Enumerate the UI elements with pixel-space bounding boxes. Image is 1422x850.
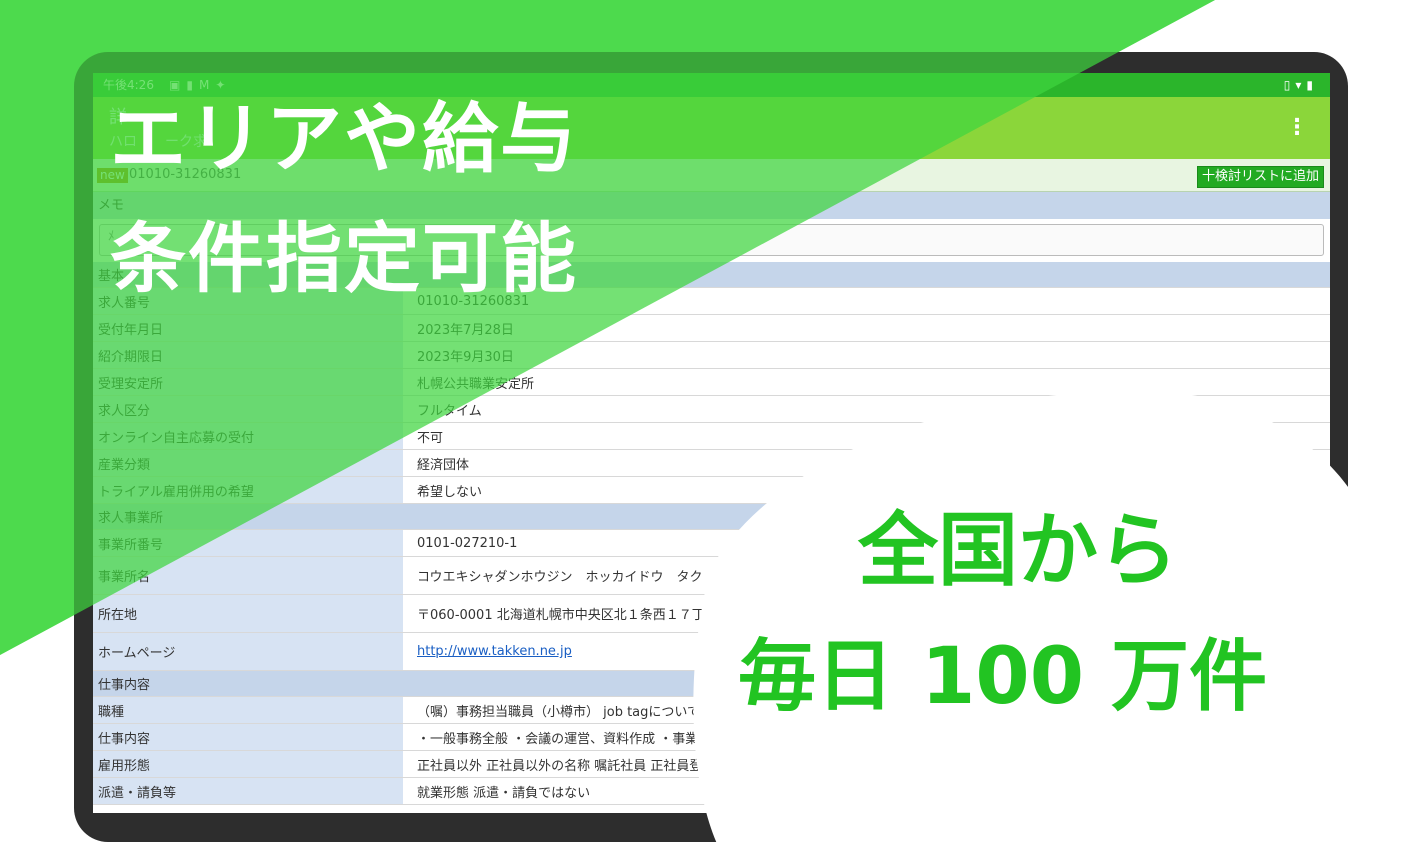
row-label: 派遣・請負等 xyxy=(93,777,403,805)
promo-bubble-line2: 毎日 100 万件 xyxy=(738,632,1268,722)
promo-headline-line1: エリアや給与 xyxy=(110,94,578,183)
battery-icon: ▮ xyxy=(1306,78,1318,92)
image-icon: ▣ xyxy=(169,78,187,92)
row-label: オンライン自主応募の受付 xyxy=(93,422,403,450)
status-right-icons: ▯▾▮ xyxy=(1284,73,1318,97)
more-vert-icon[interactable]: ⋮ xyxy=(1286,111,1308,145)
add-to-list-button[interactable]: 十検討リストに追加 xyxy=(1196,166,1324,188)
row-label: 雇用形態 xyxy=(93,750,403,778)
row-label: 紹介期限日 xyxy=(93,341,403,369)
row-label: 職種 xyxy=(93,696,403,724)
wifi-icon: ▾ xyxy=(1295,78,1307,92)
bird-icon: ✦ xyxy=(215,78,232,92)
row-label: ホームページ xyxy=(93,632,403,671)
row-label: 受理安定所 xyxy=(93,368,403,396)
row-label: 求人区分 xyxy=(93,395,403,423)
row-label: 所在地 xyxy=(93,594,403,633)
vibrate-icon: ▯ xyxy=(1283,78,1296,92)
table-row: 受付年月日 2023年7月28日 xyxy=(93,314,1330,342)
gmail-icon: M xyxy=(198,78,216,92)
homepage-link[interactable]: http://www.takken.ne.jp xyxy=(417,644,572,659)
row-label: 産業分類 xyxy=(93,449,403,477)
row-label: 仕事内容 xyxy=(93,723,403,751)
row-label: 受付年月日 xyxy=(93,314,403,342)
promo-bubble-line1: 全国から xyxy=(858,504,1178,597)
row-label: 事業所番号 xyxy=(93,529,403,557)
row-label: トライアル雇用併用の希望 xyxy=(93,476,403,504)
battery-icon: ▮ xyxy=(186,78,199,92)
row-value: 2023年7月28日 xyxy=(403,314,1330,342)
promo-headline-line2: 条件指定可能 xyxy=(110,214,578,303)
row-label: 事業所名 xyxy=(93,556,403,595)
